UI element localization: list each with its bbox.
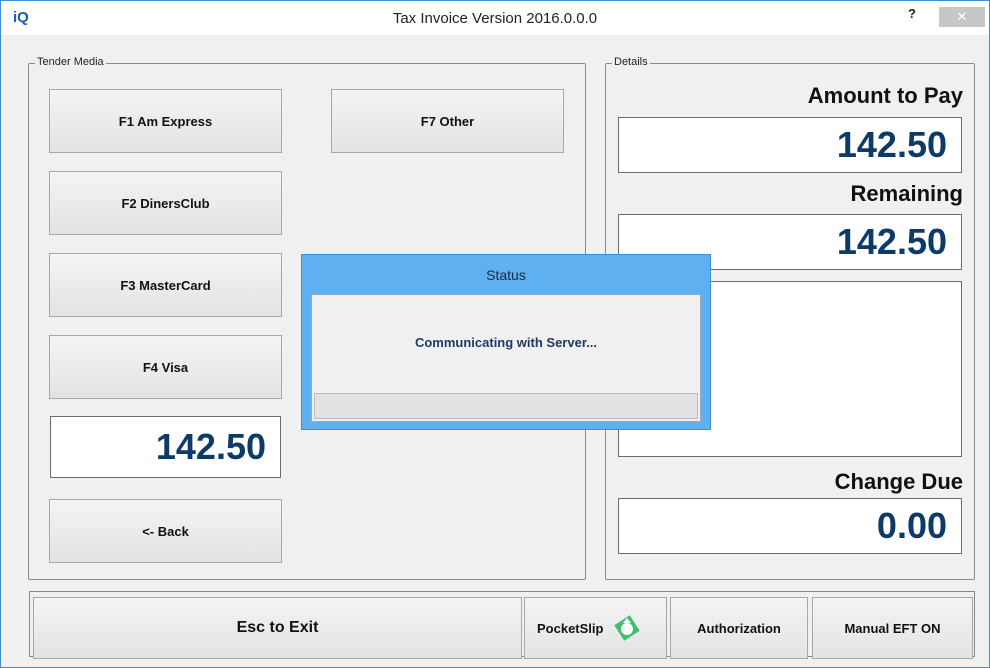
close-button[interactable]: ✕	[939, 7, 985, 27]
status-dialog-title: Status	[486, 267, 526, 283]
status-message: Communicating with Server...	[414, 335, 598, 350]
amount-to-pay-value: 142.50	[618, 117, 962, 173]
authorization-button[interactable]: Authorization	[670, 597, 808, 659]
title-bar: iQ Tax Invoice Version 2016.0.0.0 ? ✕	[1, 1, 989, 35]
remaining-label: Remaining	[850, 181, 963, 206]
details-legend: Details	[612, 56, 650, 68]
mastercard-button[interactable]: F3 MasterCard	[49, 253, 282, 317]
amex-button[interactable]: F1 Am Express	[49, 89, 282, 153]
manual-eft-button[interactable]: Manual EFT ON	[812, 597, 973, 659]
tender-media-legend: Tender Media	[35, 56, 106, 68]
amount-to-pay-label: Amount to Pay	[807, 83, 963, 108]
window-title: Tax Invoice Version 2016.0.0.0	[392, 10, 598, 27]
pocketslip-icon	[611, 612, 643, 644]
diners-button[interactable]: F2 DinersClub	[49, 171, 282, 235]
status-dialog-body: Communicating with Server...	[311, 294, 701, 422]
other-button[interactable]: F7 Other	[331, 89, 564, 153]
tax-invoice-window: iQ Tax Invoice Version 2016.0.0.0 ? ✕ Te…	[0, 0, 990, 668]
change-due-label: Change Due	[834, 469, 963, 494]
change-due-value: 0.00	[618, 498, 962, 554]
pocketslip-button[interactable]: PocketSlip	[524, 597, 667, 659]
status-progress-bar	[314, 393, 698, 419]
visa-button[interactable]: F4 Visa	[49, 335, 282, 399]
back-button[interactable]: <- Back	[49, 499, 282, 563]
pocketslip-label: PocketSlip	[537, 620, 604, 636]
tender-amount-field[interactable]: 142.50	[50, 416, 281, 478]
status-dialog: Status Communicating with Server...	[301, 254, 711, 430]
help-button[interactable]: ?	[897, 3, 927, 29]
exit-button[interactable]: Esc to Exit	[33, 597, 522, 659]
